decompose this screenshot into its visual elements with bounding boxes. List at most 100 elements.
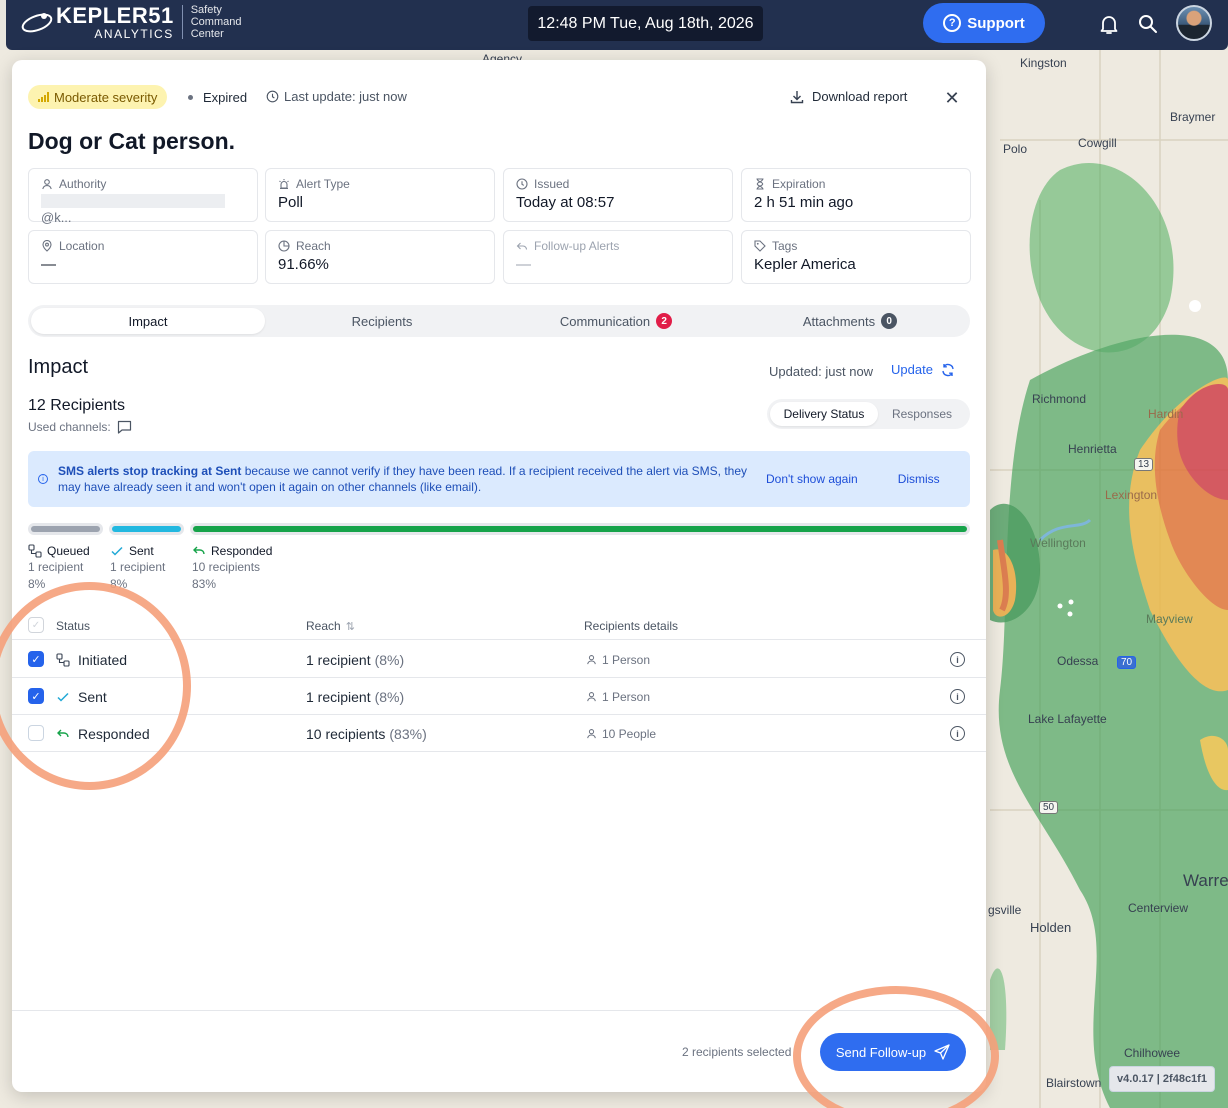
map-label: Cowgill — [1078, 136, 1117, 150]
map-label: Centerview — [1128, 901, 1189, 915]
map-label: Mayview — [1146, 612, 1193, 626]
row-checkbox[interactable]: ✓ — [28, 651, 44, 667]
route-shield: 70 — [1117, 656, 1137, 669]
severity-badge: Moderate severity — [28, 85, 168, 109]
top-bar: KEPLER51 ANALYTICS Safety Command Center… — [6, 0, 1228, 50]
alert-panel: Moderate severity Expired Last update: j… — [12, 60, 986, 1092]
reply-icon — [516, 242, 528, 250]
legend-sent: Sent 1 recipient 8% — [110, 544, 166, 591]
row-info-button[interactable]: i — [950, 678, 965, 715]
support-label: Support — [967, 14, 1025, 32]
card-alert-type: Alert Type Poll — [265, 168, 495, 222]
panel-footer: 2 recipients selected Send Follow-up — [12, 1010, 986, 1092]
dont-show-again-button[interactable]: Don't show again — [766, 472, 858, 486]
pie-icon — [278, 240, 290, 252]
tab-recipients[interactable]: Recipients — [265, 308, 499, 334]
card-authority: Authority @k... — [28, 168, 258, 225]
reach-cell: 1 recipient (8%) — [306, 688, 405, 705]
map-label: gsville — [988, 903, 1022, 917]
table-row[interactable]: ✓ Initiated 1 recipient (8%) 1 Person i — [12, 641, 986, 678]
table-row[interactable]: Responded 10 recipients (83%) 10 People i — [12, 715, 986, 752]
severity-label: Moderate severity — [54, 89, 158, 105]
map-label: Odessa — [1057, 654, 1099, 668]
view-toggle: Delivery Status Responses — [767, 399, 970, 429]
legend-responded: Responded 10 recipients 83% — [192, 544, 273, 591]
update-button[interactable]: Update — [891, 362, 955, 377]
state-label: Expired — [203, 90, 248, 105]
clock-icon — [266, 90, 279, 103]
signal-icon — [38, 92, 49, 102]
logo-divider — [181, 5, 183, 39]
queued-icon — [56, 652, 70, 667]
used-channels: Used channels: — [28, 420, 132, 434]
select-all-checkbox[interactable]: ✓ — [28, 617, 44, 633]
table-header: ✓ Status Reach ⇅ Recipients details — [12, 612, 986, 640]
support-button[interactable]: ? Support — [923, 3, 1045, 43]
map-label: Kingston — [1020, 56, 1067, 70]
state-dot-icon — [188, 95, 193, 100]
details-cell: 1 Person — [586, 641, 650, 678]
brand-logo[interactable]: KEPLER51 ANALYTICS Safety Command Center — [20, 4, 241, 40]
download-icon — [790, 90, 804, 103]
alert-title: Dog or Cat person. — [28, 128, 236, 154]
row-checkbox[interactable]: ✓ — [28, 688, 44, 704]
bell-icon[interactable] — [1097, 12, 1121, 36]
toggle-responses[interactable]: Responses — [878, 402, 966, 426]
impact-heading: Impact — [28, 356, 89, 378]
progress-segment-responded — [193, 526, 967, 532]
card-tags: Tags Kepler America — [741, 230, 971, 284]
map-label: Warre — [1183, 871, 1228, 890]
search-icon[interactable] — [1136, 12, 1160, 36]
reply-icon — [57, 729, 69, 737]
map-label: Holden — [1030, 920, 1072, 935]
col-reach[interactable]: Reach ⇅ — [306, 612, 355, 640]
download-report-button[interactable]: Download report — [790, 89, 907, 104]
tag-icon — [754, 240, 766, 252]
map-label: Hardin — [1148, 407, 1184, 421]
chat-icon — [117, 420, 131, 434]
hourglass-icon — [756, 178, 764, 190]
person-icon — [587, 692, 596, 702]
row-info-button[interactable]: i — [950, 641, 965, 678]
recipients-count: 12 Recipients — [28, 397, 125, 414]
brand-name: KEPLER51 — [56, 2, 174, 28]
tab-attachments[interactable]: Attachments 0 — [733, 308, 967, 334]
sms-info-banner: i SMS alerts stop tracking at Sent becau… — [28, 451, 970, 507]
map-label: Polo — [1003, 142, 1028, 156]
tab-communication[interactable]: Communication 2 — [499, 308, 733, 334]
sort-icon: ⇅ — [345, 620, 355, 633]
queued-icon — [28, 544, 42, 558]
row-checkbox[interactable] — [28, 725, 44, 741]
pin-icon — [42, 240, 52, 252]
card-issued: Issued Today at 08:57 — [503, 168, 733, 222]
communication-count-badge: 2 — [656, 313, 673, 329]
tags-value: Kepler America — [754, 256, 856, 273]
route-shield: 50 — [1039, 801, 1059, 814]
clock: 12:48 PM Tue, Aug 18th, 2026 — [528, 6, 763, 41]
close-icon[interactable]: ✕ — [942, 88, 962, 108]
col-recipients-details: Recipients details — [584, 619, 679, 633]
route-shield: 13 — [1134, 458, 1154, 471]
clock-icon — [516, 178, 528, 190]
updated-label: Updated: just now — [769, 364, 874, 379]
user-icon — [42, 179, 52, 190]
status-cell: Sent — [56, 678, 107, 715]
reach-cell: 1 recipient (8%) — [306, 651, 405, 668]
logo-icon — [21, 13, 53, 33]
reach-cell: 10 recipients (83%) — [306, 725, 427, 742]
reach-value: 91.66% — [278, 256, 329, 273]
avatar[interactable] — [1176, 5, 1212, 41]
table-row[interactable]: ✓ Sent 1 recipient (8%) 1 Person i — [12, 678, 986, 715]
person-icon — [587, 729, 596, 739]
row-info-button[interactable]: i — [950, 715, 965, 752]
tab-impact[interactable]: Impact — [31, 308, 265, 334]
info-icon: i — [38, 474, 48, 484]
send-icon — [934, 1044, 950, 1060]
siren-icon — [279, 179, 289, 190]
card-location: Location — — [28, 230, 258, 284]
last-update: Last update: just now — [266, 89, 407, 104]
map-label: Henrietta — [1068, 442, 1117, 456]
toggle-delivery-status[interactable]: Delivery Status — [770, 402, 878, 426]
dismiss-button[interactable]: Dismiss — [898, 472, 940, 486]
send-follow-up-button[interactable]: Send Follow-up — [820, 1033, 966, 1071]
